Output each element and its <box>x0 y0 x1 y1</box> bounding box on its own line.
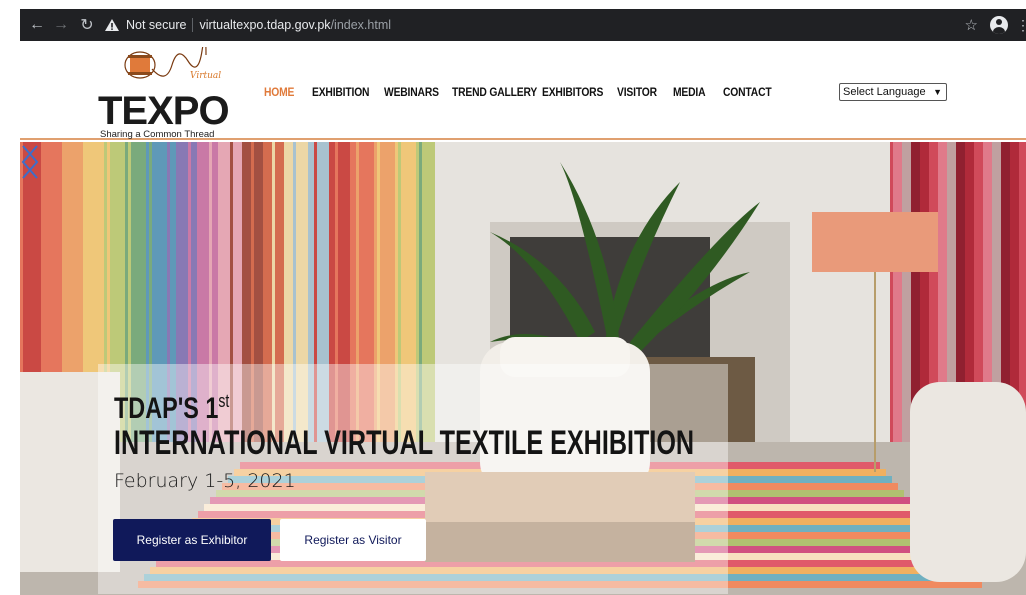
register-visitor-button[interactable]: Register as Visitor <box>280 519 426 561</box>
nav-contact[interactable]: CONTACT <box>723 85 772 99</box>
hero-title-text: TDAP'S 1 <box>114 392 219 425</box>
browser-toolbar: ← → ↻ Not secure virtualtexpo.tdap.gov.p… <box>20 9 1026 41</box>
site-header: Virtual TEXPO Sharing a Common Thread HO… <box>20 41 1026 140</box>
hero-title-line2: INTERNATIONAL VIRTUAL TEXTILE EXHIBITION <box>114 424 695 462</box>
nav-visitor[interactable]: VISITOR <box>617 85 665 99</box>
texpo-logo[interactable]: Virtual TEXPO Sharing a Common Thread <box>98 47 230 140</box>
nav-exhibition[interactable]: EXHIBITION <box>312 85 374 99</box>
language-select[interactable]: Select Language ▼ <box>839 83 947 101</box>
url-host: virtualtexpo.tdap.gov.pk <box>199 18 331 32</box>
forward-icon[interactable]: → <box>50 14 72 36</box>
omnibox-separator <box>192 18 194 32</box>
url-path: /index.html <box>330 18 392 32</box>
address-bar[interactable]: Not secure virtualtexpo.tdap.gov.pk/inde… <box>104 13 391 37</box>
main-nav: HOME EXHIBITION WEBINARS TREND GALLERY E… <box>264 85 779 99</box>
chevron-down-icon: ▼ <box>933 87 942 97</box>
hero-date: February 1-5, 2021 <box>114 470 296 492</box>
nav-exhibitors[interactable]: EXHIBITORS <box>542 85 607 99</box>
nav-webinars[interactable]: WEBINARS <box>384 85 442 99</box>
hero-title-sup: st <box>218 391 230 411</box>
next-slide-icon[interactable] <box>20 142 40 182</box>
reload-icon[interactable]: ↻ <box>76 14 98 36</box>
hero-caption: TDAP'S 1st INTERNATIONAL VIRTUAL TEXTILE… <box>98 364 728 594</box>
back-icon[interactable]: ← <box>26 14 48 36</box>
hero-title-line1: TDAP'S 1st <box>114 384 229 426</box>
hero-slider: TDAP'S 1st INTERNATIONAL VIRTUAL TEXTILE… <box>20 142 1026 595</box>
logo-virtual-text: Virtual <box>190 71 222 81</box>
register-exhibitor-button[interactable]: Register as Exhibitor <box>113 519 271 561</box>
logo-wordmark: TEXPO <box>98 89 230 133</box>
star-icon[interactable]: ☆ <box>965 16 978 34</box>
menu-icon[interactable]: ⋮ <box>1016 17 1026 34</box>
warning-icon <box>105 19 119 31</box>
nav-trend-gallery[interactable]: TREND GALLERY <box>452 85 537 99</box>
language-select-value: Select Language <box>843 86 926 98</box>
nav-home[interactable]: HOME <box>264 85 305 99</box>
spool-thread-icon <box>124 47 207 79</box>
security-label: Not secure <box>126 18 187 32</box>
account-icon[interactable] <box>990 16 1008 34</box>
nav-media[interactable]: MEDIA <box>673 85 716 99</box>
logo-tagline: Sharing a Common Thread <box>100 129 215 140</box>
